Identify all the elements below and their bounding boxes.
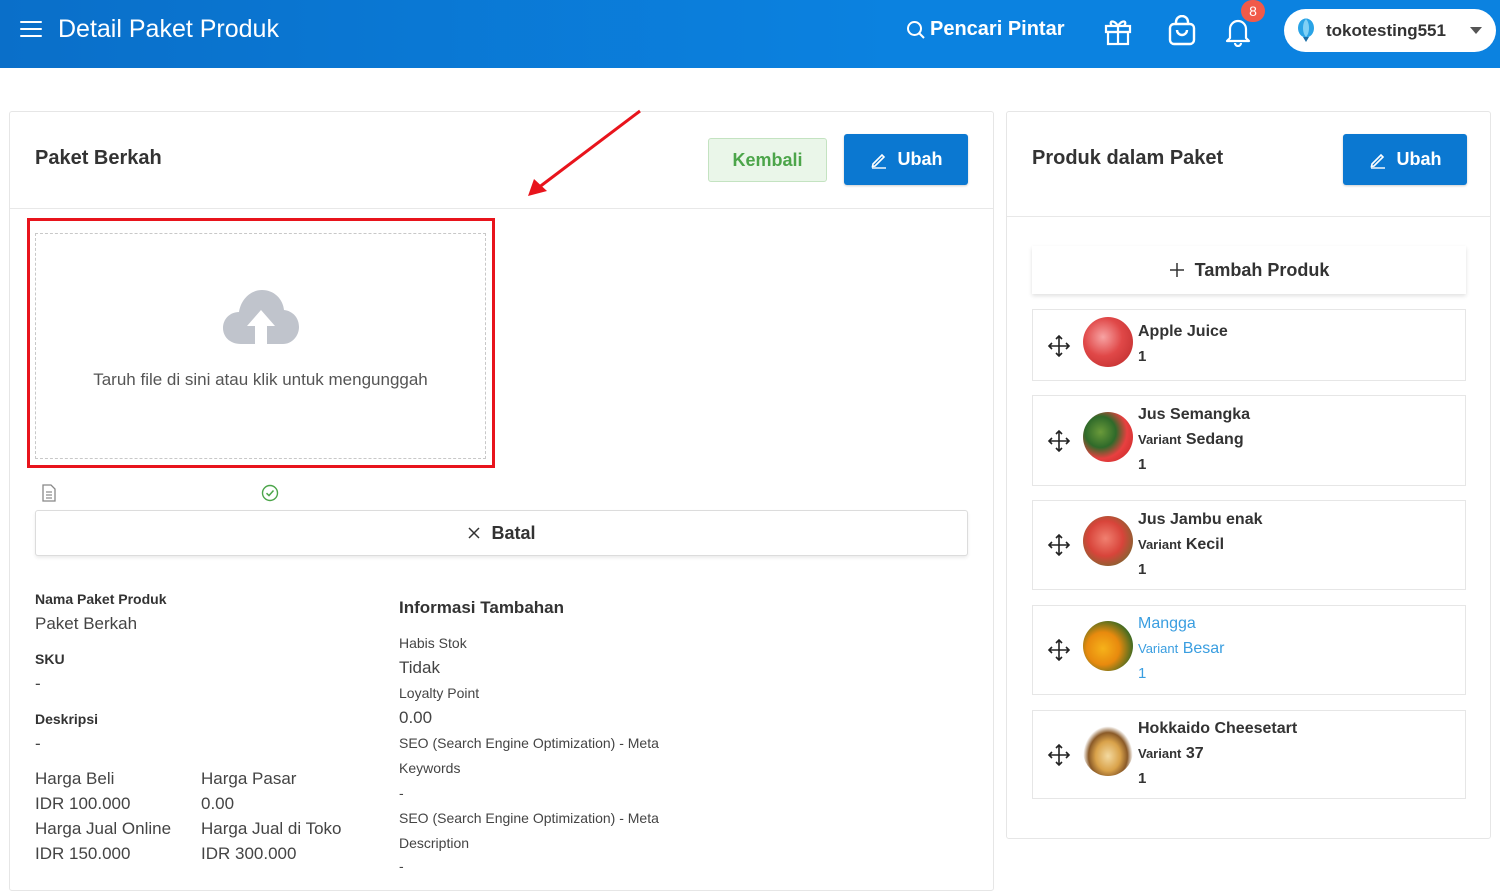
product-quantity: 1 xyxy=(1138,348,1147,365)
cloud-upload-icon xyxy=(223,290,299,344)
cancel-label: Batal xyxy=(491,522,536,543)
smart-search-button[interactable]: Pencari Pintar xyxy=(906,18,1065,41)
sku-value: - xyxy=(35,674,41,693)
annotation-arrow xyxy=(528,109,641,196)
package-name-label: Nama Paket Produk xyxy=(35,591,167,607)
drag-move-icon[interactable] xyxy=(1047,533,1071,557)
product-variant: Variant Kecil xyxy=(1138,536,1224,554)
product-variant: Variant Besar xyxy=(1138,640,1224,658)
product-quantity: 1 xyxy=(1138,561,1147,578)
drag-move-icon[interactable] xyxy=(1047,429,1071,453)
product-item-hokkaido-cheesetart[interactable]: Hokkaido Cheesetart Variant 37 1 xyxy=(1032,710,1466,799)
product-thumbnail xyxy=(1083,726,1133,776)
purchase-price-label: Harga Beli xyxy=(35,769,115,788)
variant-value: Sedang xyxy=(1185,431,1244,448)
variant-value: Kecil xyxy=(1185,536,1225,553)
product-item-jus-jambu[interactable]: Jus Jambu enak Variant Kecil 1 xyxy=(1032,500,1466,590)
out-of-stock-value: Tidak xyxy=(399,658,440,677)
variant-word: Variant xyxy=(1138,746,1182,761)
check-circle-icon xyxy=(261,484,279,502)
product-quantity: 1 xyxy=(1138,456,1147,473)
seo-keywords-label-line2: Keywords xyxy=(399,760,461,776)
back-button[interactable]: Kembali xyxy=(708,138,827,182)
products-in-package-title: Produk dalam Paket xyxy=(1032,147,1224,169)
balloon-icon xyxy=(1298,18,1314,42)
store-name: tokotesting551 xyxy=(1326,20,1446,40)
product-thumbnail xyxy=(1083,412,1133,462)
description-value: - xyxy=(35,734,41,753)
product-name: Jus Jambu enak xyxy=(1138,511,1263,528)
product-variant: Variant Sedang xyxy=(1138,431,1244,449)
product-name: Mangga xyxy=(1138,615,1196,632)
product-thumbnail xyxy=(1083,317,1133,367)
chevron-down-icon xyxy=(1470,27,1482,34)
seo-description-label-line1: SEO (Search Engine Optimization) - Meta xyxy=(399,810,659,826)
product-thumbnail xyxy=(1083,516,1133,566)
description-label: Deskripsi xyxy=(35,711,99,727)
pencil-icon xyxy=(870,153,886,169)
product-quantity: 1 xyxy=(1138,770,1147,787)
product-item-mangga[interactable]: Mangga Variant Besar 1 xyxy=(1032,605,1466,695)
drag-move-icon[interactable] xyxy=(1047,638,1071,662)
variant-word: Variant xyxy=(1138,641,1179,656)
package-title: Paket Berkah xyxy=(35,147,162,169)
notification-badge: 8 xyxy=(1241,0,1265,22)
product-name: Hokkaido Cheesetart xyxy=(1138,720,1298,737)
package-name-value: Paket Berkah xyxy=(35,614,138,633)
market-price-label: Harga Pasar xyxy=(201,769,297,788)
gift-icon[interactable] xyxy=(1102,15,1134,47)
document-icon xyxy=(42,484,56,502)
menu-icon[interactable] xyxy=(20,21,42,39)
cancel-upload-button[interactable]: Batal xyxy=(35,510,968,556)
drag-move-icon[interactable] xyxy=(1047,334,1071,358)
plus-icon xyxy=(1169,263,1184,277)
file-upload-dropzone[interactable]: Taruh file di sini atau klik untuk mengu… xyxy=(35,233,486,459)
product-thumbnail xyxy=(1083,621,1133,671)
pencil-icon xyxy=(1369,153,1385,169)
store-price-value: IDR 300.000 xyxy=(201,844,297,863)
upload-instruction: Taruh file di sini atau klik untuk mengu… xyxy=(93,370,428,389)
edit-products-button[interactable]: Ubah xyxy=(1343,134,1467,185)
out-of-stock-label: Habis Stok xyxy=(399,635,467,651)
loyalty-point-value: 0.00 xyxy=(399,708,433,727)
product-name: Jus Semangka xyxy=(1138,406,1251,423)
add-product-label: Tambah Produk xyxy=(1194,259,1330,280)
loyalty-point-label: Loyalty Point xyxy=(399,685,480,701)
store-selector[interactable]: tokotesting551 xyxy=(1284,9,1496,52)
edit-products-label: Ubah xyxy=(1396,149,1442,169)
add-product-button[interactable]: Tambah Produk xyxy=(1032,246,1466,294)
online-price-label: Harga Jual Online xyxy=(35,819,172,838)
variant-value: 37 xyxy=(1185,745,1204,762)
product-item-apple-juice[interactable]: Apple Juice 1 xyxy=(1032,309,1466,381)
sku-label: SKU xyxy=(35,651,65,667)
product-variant: Variant 37 xyxy=(1138,745,1204,763)
additional-info-title: Informasi Tambahan xyxy=(399,598,564,617)
edit-package-button[interactable]: Ubah xyxy=(844,134,968,185)
header-divider xyxy=(10,208,993,209)
header-divider xyxy=(1007,216,1490,217)
close-icon xyxy=(468,527,481,539)
shopping-bag-icon[interactable] xyxy=(1166,15,1198,47)
top-bar: Detail Paket Produk Pencari Pintar 8 tok… xyxy=(0,0,1500,68)
variant-word: Variant xyxy=(1138,537,1182,552)
smart-search-label: Pencari Pintar xyxy=(930,18,1065,40)
online-price-value: IDR 150.000 xyxy=(35,844,131,863)
variant-value: Besar xyxy=(1182,640,1225,657)
drag-move-icon[interactable] xyxy=(1047,743,1071,767)
edit-package-label: Ubah xyxy=(897,149,943,169)
product-quantity: 1 xyxy=(1138,665,1147,682)
seo-keywords-value: - xyxy=(399,785,404,801)
product-name: Apple Juice xyxy=(1138,323,1228,340)
market-price-value: 0.00 xyxy=(201,794,235,813)
page-title: Detail Paket Produk xyxy=(58,15,279,43)
product-item-jus-semangka[interactable]: Jus Semangka Variant Sedang 1 xyxy=(1032,395,1466,486)
variant-word: Variant xyxy=(1138,432,1182,447)
seo-description-label-line2: Description xyxy=(399,835,470,851)
seo-keywords-label-line1: SEO (Search Engine Optimization) - Meta xyxy=(399,735,659,751)
search-icon xyxy=(907,20,925,39)
store-price-label: Harga Jual di Toko xyxy=(201,819,342,838)
purchase-price-value: IDR 100.000 xyxy=(35,794,131,813)
